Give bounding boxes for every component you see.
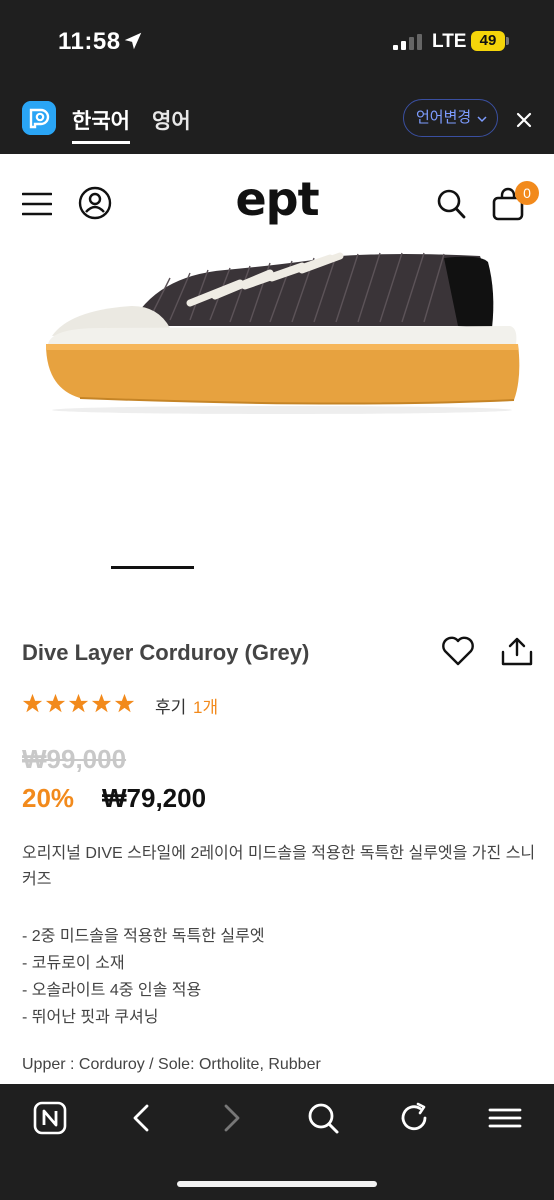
product-title: Dive Layer Corduroy (Grey) (22, 640, 310, 665)
feature-bullet: - 코듀로이 소재 (22, 955, 125, 972)
change-language-label: 언어변경 (416, 109, 472, 126)
star-icon (91, 693, 112, 713)
menu-icon[interactable] (22, 192, 52, 216)
rating-stars (22, 693, 135, 715)
search-icon[interactable] (306, 1101, 340, 1135)
battery-icon: 49 (471, 31, 509, 51)
back-icon[interactable] (124, 1101, 158, 1135)
discount-rate: 20% (22, 783, 75, 813)
close-icon[interactable] (515, 111, 533, 129)
cart-count-badge: 0 (515, 181, 539, 205)
refresh-icon[interactable] (397, 1101, 431, 1135)
site-logo[interactable]: ept (232, 172, 322, 226)
tab-english[interactable]: 영어 (152, 105, 191, 135)
description-line: 커즈 (22, 871, 52, 888)
review-count[interactable]: 1개 (193, 693, 218, 718)
network-label: LTE (432, 31, 467, 52)
forward-icon[interactable] (215, 1101, 249, 1135)
tab-korean[interactable]: 한국어 (72, 105, 130, 135)
star-icon (45, 693, 66, 713)
naver-icon[interactable] (33, 1101, 67, 1135)
sale-price: ₩79,200 (102, 783, 207, 813)
description-line: 오리지널 DIVE 스타일에 2레이어 미드솔을 적용한 독특한 실루엣을 가진… (22, 845, 536, 862)
chevron-down-icon (477, 116, 487, 123)
papago-icon[interactable] (22, 101, 56, 135)
status-time: 11:58 (58, 28, 121, 55)
home-indicator[interactable] (177, 1181, 377, 1187)
battery-tip (506, 37, 509, 45)
image-slider-indicator[interactable] (111, 566, 194, 569)
change-language-button[interactable]: 언어변경 (403, 99, 498, 137)
menu-icon[interactable] (488, 1101, 522, 1135)
search-icon[interactable] (436, 188, 466, 220)
tab-korean-underline (72, 141, 130, 144)
translate-bar: 한국어 영어 언어변경 (0, 85, 554, 154)
status-bar: 11:58 LTE 49 (0, 0, 554, 85)
share-icon[interactable] (500, 635, 534, 667)
star-icon (68, 693, 89, 713)
location-arrow-icon (124, 32, 142, 50)
original-price: ₩99,000 (22, 744, 127, 774)
signal-icon (393, 34, 422, 50)
feature-bullet: - 뛰어난 핏과 쿠셔닝 (22, 1009, 159, 1026)
site-header: ept 0 (0, 154, 554, 254)
product-image[interactable] (40, 248, 524, 418)
battery-level: 49 (471, 31, 505, 51)
star-icon (114, 693, 135, 713)
material-spec: Upper : Corduroy / Sole: Ortholite, Rubb… (22, 1056, 321, 1073)
feature-bullet: - 2중 미드솔을 적용한 독특한 실루엣 (22, 928, 265, 945)
star-icon (22, 693, 43, 713)
heart-icon[interactable] (441, 635, 475, 667)
user-icon[interactable] (78, 186, 112, 220)
review-label[interactable]: 후기 (155, 693, 186, 718)
feature-bullet: - 오솔라이트 4중 인솔 적용 (22, 982, 202, 999)
